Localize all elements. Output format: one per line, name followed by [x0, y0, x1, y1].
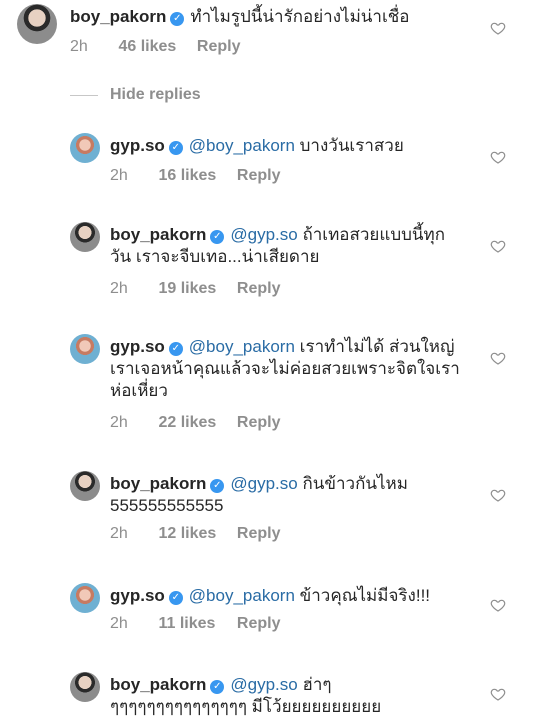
- divider-line: [70, 94, 98, 96]
- avatar[interactable]: [70, 334, 100, 364]
- comment-meta: 2h 11 likes Reply: [110, 615, 280, 633]
- mention-link[interactable]: @boy_pakorn: [189, 136, 295, 155]
- comment-meta: 2h 22 likes Reply: [110, 414, 280, 432]
- comment-meta: 2h 16 likes Reply: [110, 167, 280, 185]
- comment-text: gyp.so ✓ @boy_pakorn เราทำไม่ได้ ส่วนใหญ่เ…: [110, 336, 460, 402]
- mention-link[interactable]: @boy_pakorn: [189, 586, 295, 605]
- reply-comment: gyp.so ✓ @boy_pakorn เราทำไม่ได้ ส่วนใหญ่เ…: [0, 326, 536, 436]
- comment-text: boy_pakorn ✓ @gyp.so กินข้าวกันไหม 5555555…: [110, 473, 450, 517]
- comment-likes[interactable]: 11 likes: [158, 615, 232, 633]
- hide-replies-button[interactable]: Hide replies: [70, 84, 201, 106]
- comment-username[interactable]: gyp.so: [110, 337, 165, 356]
- comment-text: gyp.so ✓ @boy_pakorn ข้าวคุณไม่มีจริง!!!: [110, 585, 460, 607]
- heart-outline-icon[interactable]: [490, 686, 506, 702]
- verified-badge-icon: ✓: [168, 141, 183, 155]
- reply-button[interactable]: Reply: [237, 167, 281, 185]
- verified-badge-icon: ✓: [168, 342, 183, 356]
- reply-button[interactable]: Reply: [237, 414, 281, 432]
- heart-outline-icon[interactable]: [490, 238, 506, 254]
- comment-body: บางวันเราสวย: [294, 136, 404, 155]
- reply-button[interactable]: Reply: [197, 38, 241, 56]
- comments-thread: boy_pakorn ✓ ทำไมรูปนี้น่ารักอย่างไม่น่าเช…: [0, 0, 536, 720]
- comment-username[interactable]: boy_pakorn: [110, 225, 206, 244]
- verified-badge-icon: ✓: [210, 479, 225, 493]
- comment-body: ข้าวคุณไม่มีจริง!!!: [294, 586, 431, 605]
- reply-button[interactable]: Reply: [237, 525, 281, 543]
- mention-link[interactable]: @boy_pakorn: [189, 337, 295, 356]
- reply-comment: gyp.so ✓ @boy_pakorn ข้าวคุณไม่มีจริง!!! 2…: [0, 575, 536, 645]
- mention-link[interactable]: @gyp.so: [230, 474, 297, 493]
- main-comment: boy_pakorn ✓ ทำไมรูปนี้น่ารักอย่างไม่น่าเช…: [0, 0, 536, 70]
- avatar[interactable]: [17, 4, 57, 44]
- reply-comment: boy_pakorn ✓ @gyp.so ถ้าเทอสวยแบบนี้ทุกวัน…: [0, 214, 536, 304]
- hide-replies-label: Hide replies: [110, 86, 201, 103]
- comment-username[interactable]: gyp.so: [110, 136, 165, 155]
- comment-time: 2h: [110, 167, 128, 184]
- comment-time: 2h: [110, 414, 128, 431]
- comment-likes[interactable]: 46 likes: [118, 38, 192, 56]
- comment-text: boy_pakorn ✓ @gyp.so ฮ่าๆๆๆๆๆๆๆๆๆๆๆๆๆๆๆๆ ม…: [110, 674, 455, 718]
- mention-link[interactable]: @gyp.so: [230, 675, 297, 694]
- reply-comment: boy_pakorn ✓ @gyp.so ฮ่าๆๆๆๆๆๆๆๆๆๆๆๆๆๆๆๆ ม…: [0, 664, 536, 720]
- comment-body: ทำไมรูปนี้น่ารักอย่างไม่น่าเชื่อ: [190, 7, 410, 26]
- comment-username[interactable]: boy_pakorn: [110, 675, 206, 694]
- reply-button[interactable]: Reply: [237, 280, 281, 298]
- heart-outline-icon[interactable]: [490, 149, 506, 165]
- verified-badge-icon: ✓: [210, 680, 225, 694]
- heart-outline-icon[interactable]: [490, 20, 506, 36]
- reply-comment: gyp.so ✓ @boy_pakorn บางวันเราสวย 2h 16 li…: [0, 125, 536, 195]
- comment-meta: 2h 12 likes Reply: [110, 525, 280, 543]
- comment-likes[interactable]: 22 likes: [158, 414, 232, 432]
- comment-username[interactable]: boy_pakorn: [110, 474, 206, 493]
- comment-username[interactable]: gyp.so: [110, 586, 165, 605]
- comment-likes[interactable]: 16 likes: [158, 167, 232, 185]
- avatar[interactable]: [70, 471, 100, 501]
- reply-button[interactable]: Reply: [237, 615, 281, 633]
- comment-meta: 2h 19 likes Reply: [110, 280, 280, 298]
- avatar[interactable]: [70, 222, 100, 252]
- comment-likes[interactable]: 19 likes: [158, 280, 232, 298]
- avatar[interactable]: [70, 672, 100, 702]
- verified-badge-icon: ✓: [168, 591, 183, 605]
- heart-outline-icon[interactable]: [490, 487, 506, 503]
- comment-username[interactable]: boy_pakorn: [70, 7, 166, 26]
- verified-badge-icon: ✓: [170, 12, 185, 26]
- comment-meta: 2h 46 likes Reply: [70, 38, 240, 56]
- avatar[interactable]: [70, 133, 100, 163]
- avatar[interactable]: [70, 583, 100, 613]
- comment-time: 2h: [110, 280, 128, 297]
- heart-outline-icon[interactable]: [490, 350, 506, 366]
- comment-time: 2h: [70, 38, 88, 55]
- comment-time: 2h: [110, 615, 128, 632]
- verified-badge-icon: ✓: [210, 230, 225, 244]
- comment-text: boy_pakorn ✓ ทำไมรูปนี้น่ารักอย่างไม่น่าเช…: [70, 6, 480, 28]
- reply-comment: boy_pakorn ✓ @gyp.so กินข้าวกันไหม 5555555…: [0, 463, 536, 553]
- comment-text: gyp.so ✓ @boy_pakorn บางวันเราสวย: [110, 135, 450, 157]
- heart-outline-icon[interactable]: [490, 597, 506, 613]
- comment-likes[interactable]: 12 likes: [158, 525, 232, 543]
- mention-link[interactable]: @gyp.so: [230, 225, 297, 244]
- comment-time: 2h: [110, 525, 128, 542]
- comment-text: boy_pakorn ✓ @gyp.so ถ้าเทอสวยแบบนี้ทุกวัน…: [110, 224, 460, 268]
